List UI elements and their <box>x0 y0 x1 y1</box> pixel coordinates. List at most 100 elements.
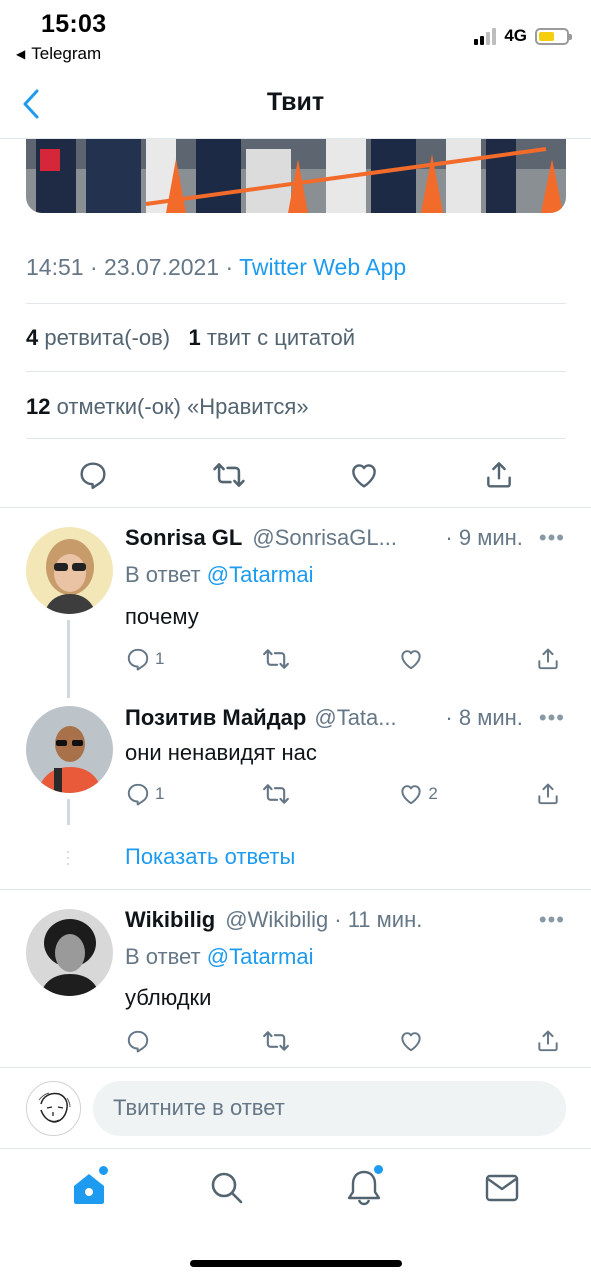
reply-to-prefix: В ответ <box>125 944 201 969</box>
tweet-photo <box>26 139 566 213</box>
battery-icon <box>535 27 572 45</box>
like-icon <box>348 459 380 491</box>
share-button[interactable] <box>535 1028 565 1054</box>
reply-author-handle[interactable]: @Tata... <box>314 705 439 731</box>
reply-author-name[interactable]: Sonrisa GL <box>125 525 242 551</box>
tab-messages[interactable] <box>477 1163 527 1213</box>
tab-notifications[interactable] <box>339 1163 389 1213</box>
back-app-label: Telegram <box>31 44 102 63</box>
like-icon <box>398 646 424 672</box>
reply-header: Wikibilig @Wikibilig · 11 мин. ••• <box>125 907 565 933</box>
divider <box>26 438 566 439</box>
more-options-icon[interactable]: ••• <box>539 907 565 933</box>
more-options-icon[interactable]: ••• <box>539 705 565 731</box>
reply-to-prefix: В ответ <box>125 562 201 587</box>
reply-to-line: В ответ @Tatarmai <box>125 562 313 588</box>
reply-header: Sonrisa GL @SonrisaGL... · 9 мин. ••• <box>125 525 565 551</box>
divider <box>26 371 566 372</box>
avatar-sketch <box>27 1082 80 1135</box>
reply-time: · 9 мин. <box>445 525 523 550</box>
reply-count: 1 <box>155 784 165 803</box>
home-indicator <box>190 1260 402 1267</box>
reply-icon <box>125 781 151 807</box>
retweet-button[interactable] <box>262 1027 362 1055</box>
avatar-photo <box>26 527 113 614</box>
retweets-count: 4 <box>26 325 39 350</box>
reply-time: · 8 мин. <box>445 705 523 730</box>
tab-bar <box>0 1148 591 1228</box>
divider <box>0 1067 591 1068</box>
tweet-source-link[interactable]: Twitter Web App <box>239 254 406 280</box>
retweet-icon <box>262 1027 290 1055</box>
reply-icon <box>125 646 151 672</box>
reply-time: · 11 мин. <box>334 907 423 932</box>
reply-author-handle[interactable]: @SonrisaGL... <box>252 525 439 551</box>
back-to-app-link[interactable]: ◀ Telegram <box>16 44 101 64</box>
status-indicators: 4G <box>474 26 572 46</box>
divider <box>0 507 591 508</box>
status-time: 15:03 <box>41 10 107 38</box>
avatar[interactable] <box>26 909 113 996</box>
divider <box>26 303 566 304</box>
reply-text: ублюдки <box>125 985 212 1010</box>
avatar[interactable] <box>26 527 113 614</box>
show-replies-link[interactable]: Показать ответы <box>125 844 295 870</box>
home-badge-dot <box>98 1166 108 1175</box>
reply-author-name[interactable]: Позитив Майдар <box>125 705 306 731</box>
current-user-avatar[interactable] <box>26 1081 81 1136</box>
reply-actions <box>125 1027 565 1055</box>
retweets-label: ретвита(-ов) <box>44 325 171 350</box>
reply-input[interactable]: Твитните в ответ <box>93 1081 566 1136</box>
notifications-icon <box>348 1170 381 1206</box>
reply-button[interactable] <box>125 1028 225 1054</box>
retweet-button[interactable] <box>212 458 246 492</box>
reply-button[interactable]: 1 <box>125 781 225 807</box>
like-icon <box>398 781 424 807</box>
reply-to-mention[interactable]: @Tatarmai <box>207 562 314 587</box>
page-title: Твит <box>266 88 325 116</box>
signal-icon <box>474 27 497 45</box>
avatar-photo <box>26 909 113 996</box>
share-icon <box>483 459 515 491</box>
share-button[interactable] <box>483 459 515 491</box>
retweet-stats[interactable]: 4 ретвита(-ов) 1 твит с цитатой <box>26 325 355 351</box>
avatar[interactable] <box>26 706 113 793</box>
reply-to-mention[interactable]: @Tatarmai <box>207 944 314 969</box>
more-options-icon[interactable]: ••• <box>539 525 565 551</box>
like-button[interactable] <box>398 646 498 672</box>
thread-dots: · · · <box>65 841 71 873</box>
retweet-button[interactable] <box>262 645 362 673</box>
share-button[interactable] <box>535 781 565 807</box>
reply-button[interactable] <box>77 459 109 491</box>
share-button[interactable] <box>535 646 565 672</box>
search-icon <box>211 1172 242 1204</box>
messages-icon <box>485 1174 519 1202</box>
share-icon <box>535 781 561 807</box>
retweet-button[interactable] <box>262 780 362 808</box>
reply-icon <box>125 1028 151 1054</box>
quotes-count: 1 <box>188 325 201 350</box>
tab-home[interactable] <box>64 1163 114 1213</box>
thread-line <box>67 799 70 825</box>
tab-search[interactable] <box>202 1163 252 1213</box>
reply-actions: 1 <box>125 645 565 673</box>
retweet-icon <box>262 645 290 673</box>
reply-author-handle[interactable]: @Wikibilig <box>225 907 328 933</box>
network-type: 4G <box>504 26 527 45</box>
likes-label: отметки(-ок) «Нравится» <box>56 394 309 419</box>
reply-button[interactable]: 1 <box>125 646 225 672</box>
reply-to-line: В ответ @Tatarmai <box>125 944 313 970</box>
like-button[interactable]: 2 <box>398 781 498 807</box>
share-icon <box>535 646 561 672</box>
reply-author-name[interactable]: Wikibilig <box>125 907 215 933</box>
reply-header: Позитив Майдар @Tata... · 8 мин. ••• <box>125 705 565 731</box>
like-button[interactable] <box>398 1028 498 1054</box>
like-count: 2 <box>428 784 438 803</box>
like-button[interactable] <box>348 459 380 491</box>
reply-text: они ненавидят нас <box>125 740 317 765</box>
quotes-label: твит с цитатой <box>206 325 356 350</box>
tweet-image[interactable] <box>26 139 566 213</box>
like-icon <box>398 1028 424 1054</box>
tweet-timestamp: 14:51 · 23.07.2021 · <box>26 254 240 280</box>
likes-stats[interactable]: 12 отметки(-ок) «Нравится» <box>26 394 309 420</box>
